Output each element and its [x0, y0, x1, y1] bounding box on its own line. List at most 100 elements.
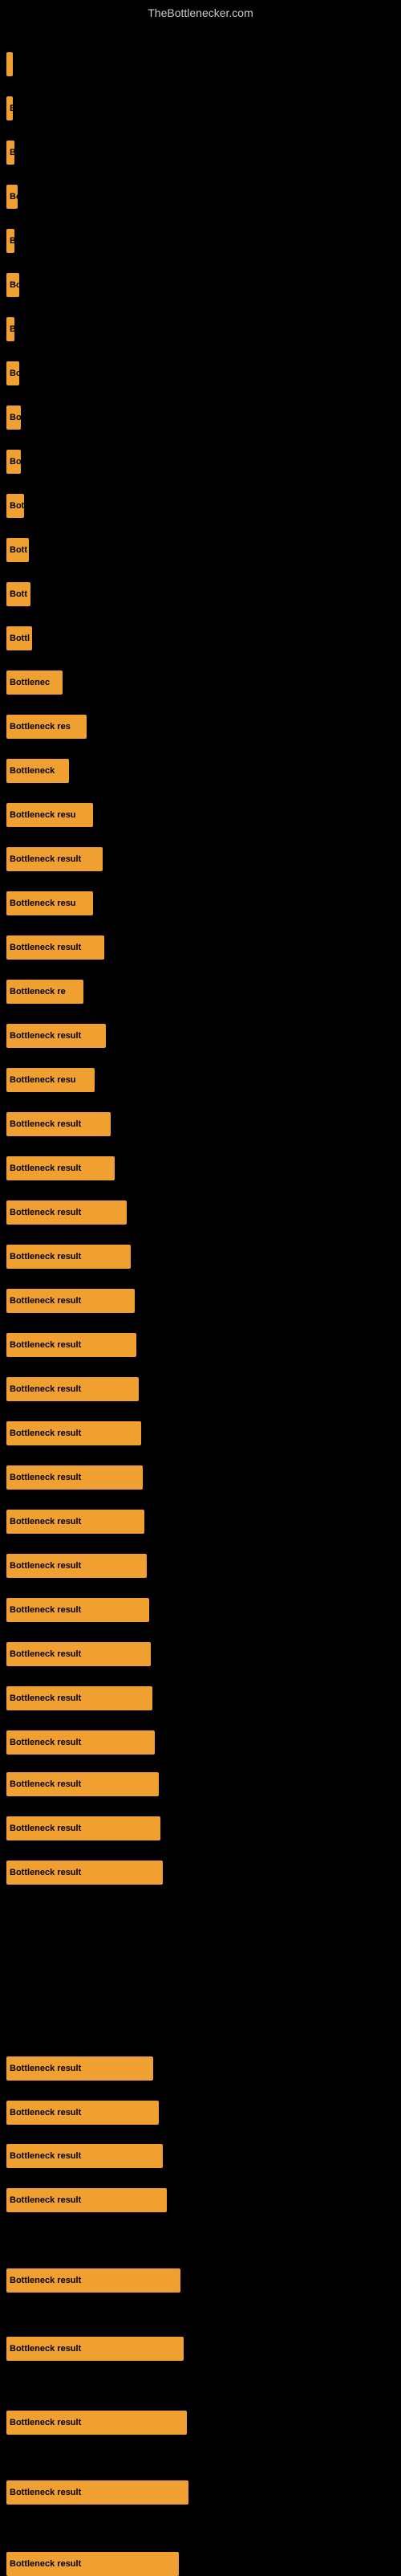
bar-row: Bottleneck: [6, 759, 69, 783]
bar-label: Bottleneck result: [6, 1861, 163, 1885]
bar-row: Bottleneck result: [6, 2188, 167, 2212]
bar-label: [6, 52, 13, 76]
bar-row: Bottleneck result: [6, 1816, 160, 1840]
bar-label: Bottleneck result: [6, 1333, 136, 1357]
bar-label: Bottleneck result: [6, 1598, 149, 1622]
bar-row: Bottleneck res: [6, 715, 87, 739]
bar-row: Bottleneck resu: [6, 891, 93, 915]
bar-row: Bottleneck result: [6, 2101, 159, 2125]
bar-label: Bottleneck res: [6, 715, 87, 739]
bar-row: Bottleneck result: [6, 1377, 139, 1401]
bar-label: Bottleneck re: [6, 980, 83, 1004]
bar-label: Bottleneck resu: [6, 891, 93, 915]
bar-label: Bot: [6, 494, 24, 518]
bar-label: Bottleneck result: [6, 2056, 153, 2081]
bar-row: Bottleneck result: [6, 1510, 144, 1534]
bar-label: Bottleneck result: [6, 1554, 147, 1578]
bar-row: Bottleneck result: [6, 2337, 184, 2361]
bar-label: Bottleneck result: [6, 935, 104, 960]
bar-row: Bottlenec: [6, 670, 63, 695]
bar-label: B: [6, 229, 14, 253]
bar-label: Bottleneck result: [6, 1686, 152, 1710]
bar-row: Bottleneck result: [6, 2268, 180, 2293]
bar-row: Bottleneck result: [6, 847, 103, 871]
bar-row: Bo: [6, 406, 21, 430]
bar-label: Bottleneck: [6, 759, 69, 783]
bar-label: Bottleneck result: [6, 2411, 187, 2435]
bar-row: Bottleneck result: [6, 2411, 187, 2435]
bar-row: Bott: [6, 538, 29, 562]
bar-label: Bo: [6, 185, 18, 209]
bar-label: Bottleneck result: [6, 1024, 106, 1048]
bar-label: B: [6, 141, 14, 165]
bar-row: [6, 52, 13, 76]
bar-label: Bo: [6, 406, 21, 430]
bar-row: Bo: [6, 185, 18, 209]
bar-label: Bottleneck result: [6, 847, 103, 871]
bar-row: Bottleneck re: [6, 980, 83, 1004]
bar-row: Bottleneck result: [6, 1598, 149, 1622]
bar-label: Bottleneck resu: [6, 1068, 95, 1092]
bar-row: Bott: [6, 582, 30, 606]
bar-row: Bo: [6, 450, 21, 474]
bar-label: Bottleneck result: [6, 2552, 179, 2576]
bar-row: Bot: [6, 494, 24, 518]
bar-row: Bottleneck result: [6, 2552, 179, 2576]
bar-row: Bottleneck result: [6, 2144, 163, 2168]
bar-row: Bo: [6, 273, 19, 297]
bar-row: Bottleneck result: [6, 1024, 106, 1048]
bar-label: Bottlenec: [6, 670, 63, 695]
bar-label: Bottleneck result: [6, 1465, 143, 1490]
site-title: TheBottlenecker.com: [0, 0, 401, 26]
bar-label: Bottleneck result: [6, 2101, 159, 2125]
bar-row: Bottleneck result: [6, 1333, 136, 1357]
bar-label: Bo: [6, 450, 21, 474]
bar-label: Bottl: [6, 626, 32, 650]
bar-row: Bottl: [6, 626, 32, 650]
bar-row: Bottleneck result: [6, 1421, 141, 1445]
bar-label: Bott: [6, 582, 30, 606]
bar-row: Bottleneck result: [6, 1730, 155, 1755]
bar-label: Bottleneck result: [6, 1772, 159, 1796]
bar-row: Bottleneck result: [6, 935, 104, 960]
bar-label: Bottleneck result: [6, 1289, 135, 1313]
bar-label: B: [6, 317, 14, 341]
bar-row: Bottleneck result: [6, 1554, 147, 1578]
bar-label: B: [6, 96, 13, 120]
bar-row: Bottleneck result: [6, 1686, 152, 1710]
bar-label: Bottleneck result: [6, 1730, 155, 1755]
bar-label: Bottleneck result: [6, 2188, 167, 2212]
bar-label: Bottleneck resu: [6, 803, 93, 827]
bar-row: Bottleneck result: [6, 1245, 131, 1269]
bar-label: Bottleneck result: [6, 1112, 111, 1136]
bar-label: Bo: [6, 361, 19, 385]
bar-label: Bottleneck result: [6, 1816, 160, 1840]
bar-row: Bottleneck result: [6, 2056, 153, 2081]
bar-row: Bottleneck result: [6, 1112, 111, 1136]
bar-label: Bottleneck result: [6, 2480, 188, 2505]
bar-label: Bottleneck result: [6, 1421, 141, 1445]
bar-row: B: [6, 317, 14, 341]
bar-row: B: [6, 96, 13, 120]
bar-row: Bottleneck result: [6, 1642, 151, 1666]
bar-row: Bottleneck result: [6, 1200, 127, 1225]
bar-label: Bott: [6, 538, 29, 562]
bar-label: Bottleneck result: [6, 1200, 127, 1225]
bar-row: Bottleneck resu: [6, 1068, 95, 1092]
bar-row: B: [6, 141, 14, 165]
bar-label: Bo: [6, 273, 19, 297]
bar-label: Bottleneck result: [6, 1510, 144, 1534]
bar-row: Bottleneck result: [6, 1861, 163, 1885]
bar-label: Bottleneck result: [6, 1642, 151, 1666]
bar-label: Bottleneck result: [6, 2144, 163, 2168]
bar-label: Bottleneck result: [6, 1245, 131, 1269]
bar-row: Bo: [6, 361, 19, 385]
bar-row: Bottleneck result: [6, 1772, 159, 1796]
bar-row: B: [6, 229, 14, 253]
bar-label: Bottleneck result: [6, 1377, 139, 1401]
bar-row: Bottleneck result: [6, 1156, 115, 1180]
bar-row: Bottleneck result: [6, 1289, 135, 1313]
bar-label: Bottleneck result: [6, 2337, 184, 2361]
bar-row: Bottleneck result: [6, 2480, 188, 2505]
bar-row: Bottleneck resu: [6, 803, 93, 827]
